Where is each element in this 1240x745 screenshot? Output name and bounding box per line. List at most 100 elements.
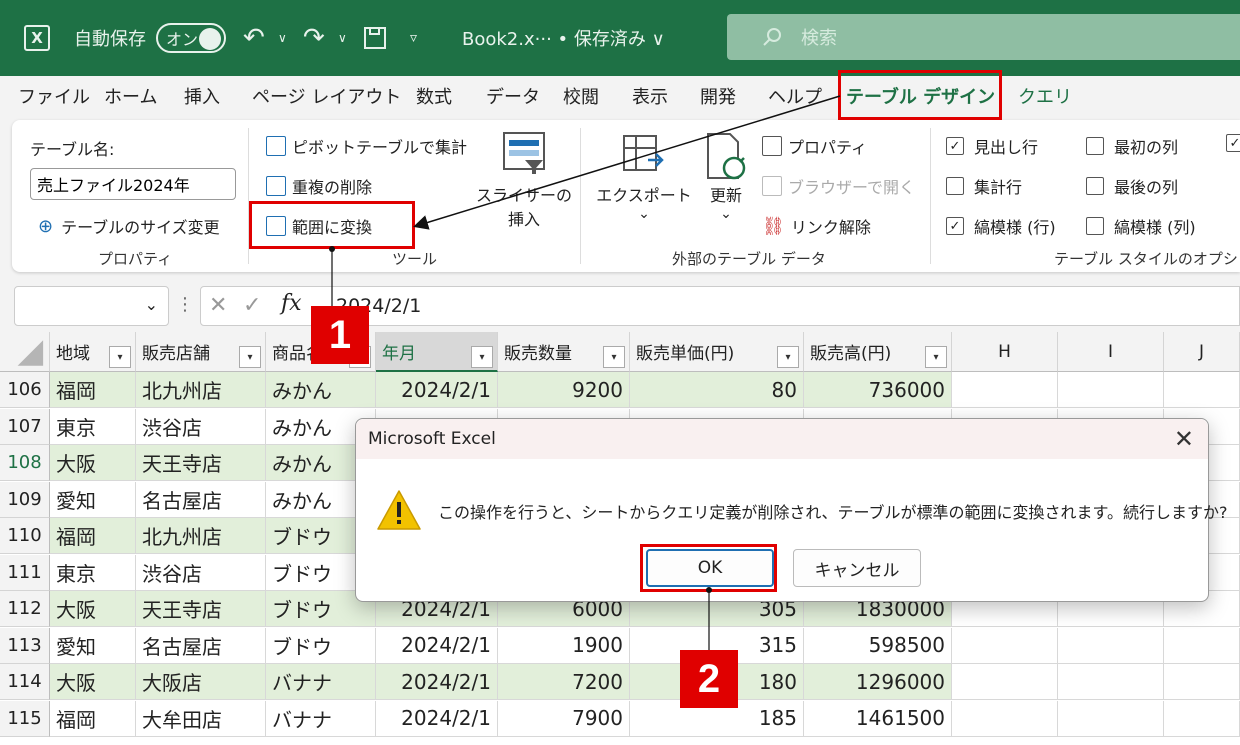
table-cell[interactable]: 大阪店 bbox=[136, 664, 266, 700]
table-cell[interactable]: 渋谷店 bbox=[136, 408, 266, 445]
table-cell[interactable]: 2024/2/1 bbox=[376, 372, 498, 408]
column-letter-I[interactable]: I bbox=[1058, 332, 1164, 372]
tab-data[interactable]: データ bbox=[486, 76, 540, 120]
table-cell[interactable]: 北九州店 bbox=[136, 372, 266, 408]
table-cell[interactable]: 愛知 bbox=[50, 481, 136, 518]
filter-dropdown-icon[interactable]: ▾ bbox=[777, 346, 799, 368]
row-number[interactable]: 112 bbox=[0, 591, 50, 627]
table-cell[interactable]: 1461500 bbox=[804, 700, 952, 737]
table-cell[interactable]: 80 bbox=[630, 372, 804, 408]
table-cell[interactable]: 1296000 bbox=[804, 664, 952, 700]
empty-cell[interactable] bbox=[952, 627, 1058, 664]
tab-page-layout[interactable]: ページ レイアウト bbox=[252, 76, 401, 120]
redo-dropdown-icon[interactable]: ∨ bbox=[338, 0, 347, 76]
row-number[interactable]: 107 bbox=[0, 408, 50, 445]
banded-columns-checkbox[interactable]: 縞模様 (列) bbox=[1086, 214, 1196, 238]
banded-rows-checkbox[interactable]: ✓ 縞模様 (行) bbox=[946, 214, 1056, 238]
empty-cell[interactable] bbox=[1058, 372, 1164, 408]
filter-dropdown-icon[interactable]: ▾ bbox=[239, 346, 261, 368]
name-box-dropdown-icon[interactable]: ⌄ bbox=[145, 295, 158, 314]
filter-dropdown-icon[interactable]: ▾ bbox=[925, 346, 947, 368]
empty-cell[interactable] bbox=[1058, 664, 1164, 700]
row-number[interactable]: 106 bbox=[0, 372, 50, 408]
table-cell[interactable]: ブドウ bbox=[266, 627, 376, 664]
row-number[interactable]: 113 bbox=[0, 627, 50, 664]
empty-cell[interactable] bbox=[1164, 700, 1240, 737]
column-header[interactable]: 販売高(円) ▾ bbox=[804, 332, 952, 372]
empty-cell[interactable] bbox=[1058, 627, 1164, 664]
table-cell[interactable]: 736000 bbox=[804, 372, 952, 408]
total-row-checkbox[interactable]: 集計行 bbox=[946, 174, 1022, 198]
table-cell[interactable]: 名古屋店 bbox=[136, 627, 266, 664]
cancel-entry-icon[interactable]: ✕ bbox=[209, 293, 227, 318]
tab-help[interactable]: ヘルプ bbox=[768, 76, 822, 120]
column-header[interactable]: 販売単価(円) ▾ bbox=[630, 332, 804, 372]
table-cell[interactable]: 大牟田店 bbox=[136, 700, 266, 737]
table-cell[interactable]: 北九州店 bbox=[136, 518, 266, 554]
table-cell[interactable]: 福岡 bbox=[50, 700, 136, 737]
confirm-entry-icon[interactable]: ✓ bbox=[243, 293, 261, 318]
empty-cell[interactable] bbox=[952, 700, 1058, 737]
empty-cell[interactable] bbox=[1058, 700, 1164, 737]
search-box[interactable]: 検索 bbox=[727, 14, 1240, 60]
column-header[interactable]: 販売店舗 ▾ bbox=[136, 332, 266, 372]
select-all-corner[interactable] bbox=[0, 332, 50, 372]
save-icon[interactable] bbox=[362, 0, 388, 76]
table-properties-button[interactable]: プロパティ bbox=[762, 134, 867, 158]
row-number[interactable]: 110 bbox=[0, 518, 50, 554]
tab-home[interactable]: ホーム bbox=[104, 76, 157, 120]
row-number[interactable]: 111 bbox=[0, 554, 50, 591]
tab-developer[interactable]: 開発 bbox=[700, 76, 736, 120]
table-cell[interactable]: 愛知 bbox=[50, 627, 136, 664]
header-row-checkbox[interactable]: ✓ 見出し行 bbox=[946, 134, 1038, 158]
first-column-checkbox[interactable]: 最初の列 bbox=[1086, 134, 1178, 158]
redo-icon[interactable]: ↷ bbox=[303, 0, 325, 76]
table-cell[interactable]: 天王寺店 bbox=[136, 591, 266, 627]
undo-dropdown-icon[interactable]: ∨ bbox=[278, 0, 287, 76]
filter-dropdown-icon[interactable]: ▾ bbox=[603, 346, 625, 368]
table-cell[interactable]: 2024/2/1 bbox=[376, 700, 498, 737]
tab-view[interactable]: 表示 bbox=[632, 76, 668, 120]
column-letter-H[interactable]: H bbox=[952, 332, 1058, 372]
last-column-checkbox[interactable]: 最後の列 bbox=[1086, 174, 1178, 198]
customize-toolbar-icon[interactable]: ▿ bbox=[410, 0, 417, 76]
row-number[interactable]: 108 bbox=[0, 445, 50, 481]
remove-duplicates-button[interactable]: 重複の削除 bbox=[266, 174, 372, 198]
table-cell[interactable]: 598500 bbox=[804, 627, 952, 664]
empty-cell[interactable] bbox=[952, 372, 1058, 408]
tab-formulas[interactable]: 数式 bbox=[416, 76, 452, 120]
filter-dropdown-icon[interactable]: ▾ bbox=[471, 346, 493, 368]
column-header[interactable]: 地域 ▾ bbox=[50, 332, 136, 372]
table-cell[interactable]: 9200 bbox=[498, 372, 630, 408]
table-cell[interactable]: 1900 bbox=[498, 627, 630, 664]
empty-cell[interactable] bbox=[1164, 664, 1240, 700]
pivot-summary-button[interactable]: ピボットテーブルで集計 bbox=[266, 134, 467, 158]
resize-table-button[interactable]: ⊕ テーブルのサイズ変更 bbox=[38, 214, 220, 238]
empty-cell[interactable] bbox=[1164, 627, 1240, 664]
refresh-button[interactable]: 更新 ⌄ bbox=[696, 132, 756, 222]
undo-icon[interactable]: ↶ bbox=[243, 0, 265, 76]
table-cell[interactable]: 2024/2/1 bbox=[376, 627, 498, 664]
table-cell[interactable]: 東京 bbox=[50, 408, 136, 445]
table-cell[interactable]: バナナ bbox=[266, 700, 376, 737]
autosave-toggle[interactable]: オン bbox=[156, 0, 226, 76]
row-number[interactable]: 114 bbox=[0, 664, 50, 700]
table-cell[interactable]: 福岡 bbox=[50, 518, 136, 554]
tab-file[interactable]: ファイル bbox=[18, 76, 90, 120]
name-box[interactable]: ⌄ bbox=[14, 286, 169, 326]
tab-insert[interactable]: 挿入 bbox=[184, 76, 220, 120]
cancel-button[interactable]: キャンセル bbox=[793, 549, 921, 587]
table-cell[interactable]: 大阪 bbox=[50, 445, 136, 481]
column-header[interactable]: 販売数量 ▾ bbox=[498, 332, 630, 372]
table-name-input[interactable] bbox=[30, 168, 236, 200]
table-cell[interactable]: 7200 bbox=[498, 664, 630, 700]
dialog-close-icon[interactable]: ✕ bbox=[1174, 425, 1194, 453]
table-cell[interactable]: 7900 bbox=[498, 700, 630, 737]
empty-cell[interactable] bbox=[1164, 372, 1240, 408]
table-cell[interactable]: 渋谷店 bbox=[136, 554, 266, 591]
row-number[interactable]: 115 bbox=[0, 700, 50, 737]
table-cell[interactable]: 名古屋店 bbox=[136, 481, 266, 518]
more-options-icon[interactable]: ⋮ bbox=[176, 294, 194, 315]
tab-query[interactable]: クエリ bbox=[1018, 76, 1072, 120]
insert-function-icon[interactable]: fx bbox=[281, 291, 302, 316]
